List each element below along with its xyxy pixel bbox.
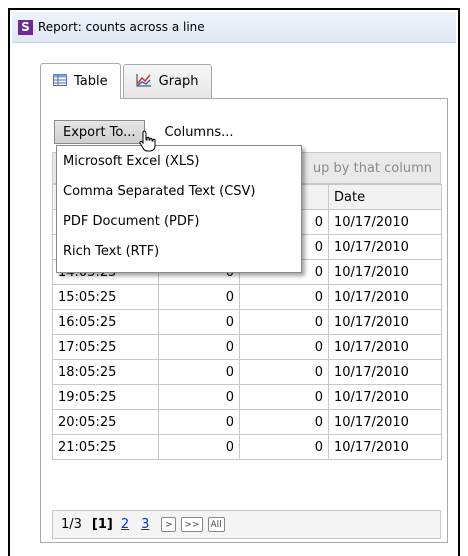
hand-cursor-icon xyxy=(138,130,158,156)
graph-icon xyxy=(136,73,152,91)
menu-item-excel[interactable]: Microsoft Excel (XLS) xyxy=(57,146,301,176)
out-cell: 0 xyxy=(239,434,329,460)
current-page: [1] xyxy=(91,517,113,532)
out-cell: 0 xyxy=(239,334,329,360)
table-row: 18:05:25 0 0 10/17/2010 xyxy=(52,359,442,385)
date-cell: 10/17/2010 xyxy=(328,359,442,385)
columns-button[interactable]: Columns... xyxy=(157,120,242,144)
page-link-2[interactable]: 2 xyxy=(121,517,129,532)
date-cell: 10/17/2010 xyxy=(328,234,442,260)
out-cell: 0 xyxy=(239,409,329,435)
page-position: 1/3 xyxy=(61,517,82,532)
date-cell: 10/17/2010 xyxy=(328,209,442,235)
show-all-button[interactable]: All xyxy=(207,517,225,532)
title-bar: S Report: counts across a line xyxy=(12,12,456,43)
date-cell: 10/17/2010 xyxy=(328,434,442,460)
menu-item-csv[interactable]: Comma Separated Text (CSV) xyxy=(57,176,301,206)
column-header-date[interactable]: Date xyxy=(328,184,442,210)
date-cell: 10/17/2010 xyxy=(328,284,442,310)
table-row: 19:05:25 0 0 10/17/2010 xyxy=(52,384,442,410)
window-title: Report: counts across a line xyxy=(38,20,205,34)
time-cell: 20:05:25 xyxy=(52,409,159,435)
time-cell: 18:05:25 xyxy=(52,359,159,385)
pagination-bar: 1/3 [1] 2 3 > >> All xyxy=(52,510,441,539)
date-cell: 10/17/2010 xyxy=(328,259,442,285)
in-cell: 0 xyxy=(158,409,240,435)
export-menu: Microsoft Excel (XLS) Comma Separated Te… xyxy=(56,145,302,273)
out-cell: 0 xyxy=(239,359,329,385)
in-cell: 0 xyxy=(158,434,240,460)
export-to-button[interactable]: Export To... xyxy=(54,120,145,144)
out-cell: 0 xyxy=(239,384,329,410)
group-by-hint-text: up by that column xyxy=(312,161,432,176)
table-row: 20:05:25 0 0 10/17/2010 xyxy=(52,409,442,435)
menu-item-rtf[interactable]: Rich Text (RTF) xyxy=(57,236,301,266)
tab-table[interactable]: Table xyxy=(40,63,121,99)
app-icon: S xyxy=(18,19,33,35)
time-cell: 19:05:25 xyxy=(52,384,159,410)
time-cell: 16:05:25 xyxy=(52,309,159,335)
tab-graph[interactable]: Graph xyxy=(122,64,212,98)
time-cell: 15:05:25 xyxy=(52,284,159,310)
next-page-button[interactable]: > xyxy=(161,517,177,532)
table-row: 16:05:25 0 0 10/17/2010 xyxy=(52,309,442,335)
out-cell: 0 xyxy=(239,284,329,310)
out-cell: 0 xyxy=(239,309,329,335)
in-cell: 0 xyxy=(158,359,240,385)
in-cell: 0 xyxy=(158,284,240,310)
tab-bar: Table Graph xyxy=(40,63,214,99)
last-page-button[interactable]: >> xyxy=(181,517,203,532)
in-cell: 0 xyxy=(158,309,240,335)
date-cell: 10/17/2010 xyxy=(328,309,442,335)
in-cell: 0 xyxy=(158,384,240,410)
table-row: 17:05:25 0 0 10/17/2010 xyxy=(52,334,442,360)
tab-graph-label: Graph xyxy=(158,74,199,89)
date-cell: 10/17/2010 xyxy=(328,384,442,410)
date-cell: 10/17/2010 xyxy=(328,409,442,435)
menu-item-pdf[interactable]: PDF Document (PDF) xyxy=(57,206,301,236)
tab-table-label: Table xyxy=(74,74,108,89)
date-cell: 10/17/2010 xyxy=(328,334,442,360)
time-cell: 17:05:25 xyxy=(52,334,159,360)
table-row: 15:05:25 0 0 10/17/2010 xyxy=(52,284,442,310)
in-cell: 0 xyxy=(158,334,240,360)
page-link-3[interactable]: 3 xyxy=(141,517,149,532)
table-row: 21:05:25 0 0 10/17/2010 xyxy=(52,434,442,460)
table-icon xyxy=(53,73,67,90)
time-cell: 21:05:25 xyxy=(52,434,159,460)
